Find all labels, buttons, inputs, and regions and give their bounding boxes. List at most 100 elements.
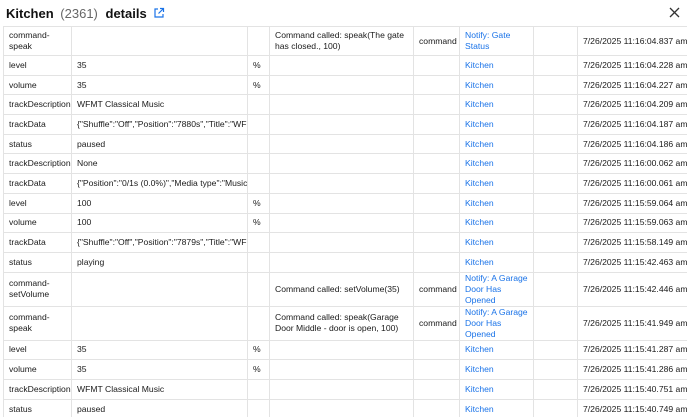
- event-producer-link[interactable]: Kitchen: [459, 232, 534, 253]
- event-unit-cell: [247, 271, 270, 307]
- event-description-cell: [269, 133, 414, 154]
- event-producer-link[interactable]: Kitchen: [459, 114, 534, 135]
- event-blank-cell: [533, 94, 578, 115]
- event-blank-cell: [533, 232, 578, 253]
- dialog-title: Kitchen (2361) details: [6, 6, 147, 21]
- event-producer-link[interactable]: Kitchen: [459, 173, 534, 194]
- event-date-cell: 7/26/2025 11:15:41.287 am: [577, 339, 687, 360]
- event-name-cell: volume: [3, 74, 72, 95]
- event-producer-link[interactable]: Kitchen: [459, 55, 534, 76]
- table-row: status paused Kitchen 7/26/2025 11:15:40.74…: [3, 398, 687, 417]
- event-producer-link[interactable]: Kitchen: [459, 74, 534, 95]
- event-unit-cell: %: [247, 359, 270, 380]
- event-name-cell: trackDescription: [3, 378, 72, 400]
- event-description-cell: [269, 359, 414, 380]
- event-name-cell: trackData: [3, 173, 72, 194]
- event-name-cell: level: [3, 192, 72, 213]
- table-row: volume 100% Kitchen 7/26/2025 11:15:59.063 …: [3, 212, 687, 233]
- event-value-cell: 35: [71, 55, 248, 76]
- event-type-cell: command: [413, 305, 460, 341]
- event-unit-cell: %: [247, 74, 270, 95]
- event-blank-cell: [533, 192, 578, 213]
- event-producer-link[interactable]: Kitchen: [459, 212, 534, 233]
- event-name-cell: volume: [3, 212, 72, 233]
- event-unit-cell: [247, 251, 270, 273]
- event-value-cell: paused: [71, 133, 248, 154]
- event-description-cell: [269, 232, 414, 253]
- event-value-cell: {"Shuffle":"Off","Position":"7880s","Tit…: [71, 114, 248, 135]
- table-row: trackDescription WFMT Classical Music Kitc…: [3, 378, 687, 400]
- event-description-cell: [269, 55, 414, 76]
- event-type-cell: [413, 192, 460, 213]
- event-blank-cell: [533, 398, 578, 417]
- event-producer-link[interactable]: Kitchen: [459, 133, 534, 154]
- event-blank-cell: [533, 378, 578, 400]
- event-blank-cell: [533, 251, 578, 273]
- event-blank-cell: [533, 305, 578, 341]
- event-producer-link[interactable]: Kitchen: [459, 378, 534, 400]
- event-producer-link[interactable]: Kitchen: [459, 153, 534, 174]
- event-blank-cell: [533, 271, 578, 307]
- event-unit-cell: [247, 305, 270, 341]
- event-unit-cell: [247, 133, 270, 154]
- event-producer-link[interactable]: Kitchen: [459, 251, 534, 273]
- event-description-cell: [269, 339, 414, 360]
- event-name-cell: level: [3, 55, 72, 76]
- event-blank-cell: [533, 339, 578, 360]
- event-description-cell: [269, 94, 414, 115]
- table-row: trackData {"Position":"0/1s (0.0%)","Medi…: [3, 173, 687, 194]
- event-value-cell: 35: [71, 359, 248, 380]
- table-row: level 35% Kitchen 7/26/2025 11:16:04.228 am: [3, 55, 687, 76]
- event-description-cell: [269, 212, 414, 233]
- event-producer-link[interactable]: Notify: Gate Status: [459, 26, 534, 56]
- event-producer-link[interactable]: Notify: A Garage Door Has Opened: [459, 305, 534, 341]
- event-blank-cell: [533, 153, 578, 174]
- event-producer-link[interactable]: Kitchen: [459, 192, 534, 213]
- device-name: Kitchen: [6, 5, 54, 21]
- event-value-cell: 100: [71, 212, 248, 233]
- event-type-cell: command: [413, 271, 460, 307]
- event-date-cell: 7/26/2025 11:15:58.149 am: [577, 232, 687, 253]
- event-name-cell: level: [3, 339, 72, 360]
- event-type-cell: [413, 133, 460, 154]
- event-type-cell: [413, 55, 460, 76]
- event-blank-cell: [533, 55, 578, 76]
- event-date-cell: 7/26/2025 11:15:41.286 am: [577, 359, 687, 380]
- event-producer-link[interactable]: Kitchen: [459, 398, 534, 417]
- event-date-cell: 7/26/2025 11:15:41.949 am: [577, 305, 687, 341]
- event-value-cell: 100: [71, 192, 248, 213]
- event-unit-cell: [247, 114, 270, 135]
- event-producer-link[interactable]: Notify: A Garage Door Has Opened: [459, 271, 534, 307]
- event-value-cell: 35: [71, 74, 248, 95]
- event-date-cell: 7/26/2025 11:15:59.063 am: [577, 212, 687, 233]
- event-type-cell: [413, 94, 460, 115]
- event-description-cell: Command called: setVolume(35): [269, 271, 414, 307]
- event-unit-cell: [247, 232, 270, 253]
- event-description-cell: [269, 173, 414, 194]
- event-type-cell: [413, 339, 460, 360]
- event-producer-link[interactable]: Kitchen: [459, 359, 534, 380]
- event-unit-cell: %: [247, 212, 270, 233]
- event-value-cell: {"Shuffle":"Off","Position":"7879s","Tit…: [71, 232, 248, 253]
- event-date-cell: 7/26/2025 11:15:40.749 am: [577, 398, 687, 417]
- event-description-cell: Command called: speak(Garage Door Middle…: [269, 305, 414, 341]
- event-blank-cell: [533, 359, 578, 380]
- event-blank-cell: [533, 26, 578, 56]
- event-type-cell: [413, 114, 460, 135]
- event-name-cell: status: [3, 133, 72, 154]
- event-blank-cell: [533, 114, 578, 135]
- event-producer-link[interactable]: Kitchen: [459, 94, 534, 115]
- event-value-cell: {"Position":"0/1s (0.0%)","Media type":"…: [71, 173, 248, 194]
- event-name-cell: volume: [3, 359, 72, 380]
- external-link-icon[interactable]: [153, 7, 165, 19]
- event-producer-link[interactable]: Kitchen: [459, 339, 534, 360]
- event-name-cell: trackDescription: [3, 153, 72, 174]
- table-row: trackData {"Shuffle":"Off","Position":"78…: [3, 232, 687, 253]
- event-value-cell: 35: [71, 339, 248, 360]
- event-value-cell: None: [71, 153, 248, 174]
- events-table-container[interactable]: command-speak Command called: speak(The g…: [3, 26, 687, 417]
- close-icon[interactable]: [666, 4, 682, 20]
- event-date-cell: 7/26/2025 11:15:42.446 am: [577, 271, 687, 307]
- details-label: details: [105, 5, 147, 21]
- event-description-cell: Command called: speak(The gate has close…: [269, 26, 414, 56]
